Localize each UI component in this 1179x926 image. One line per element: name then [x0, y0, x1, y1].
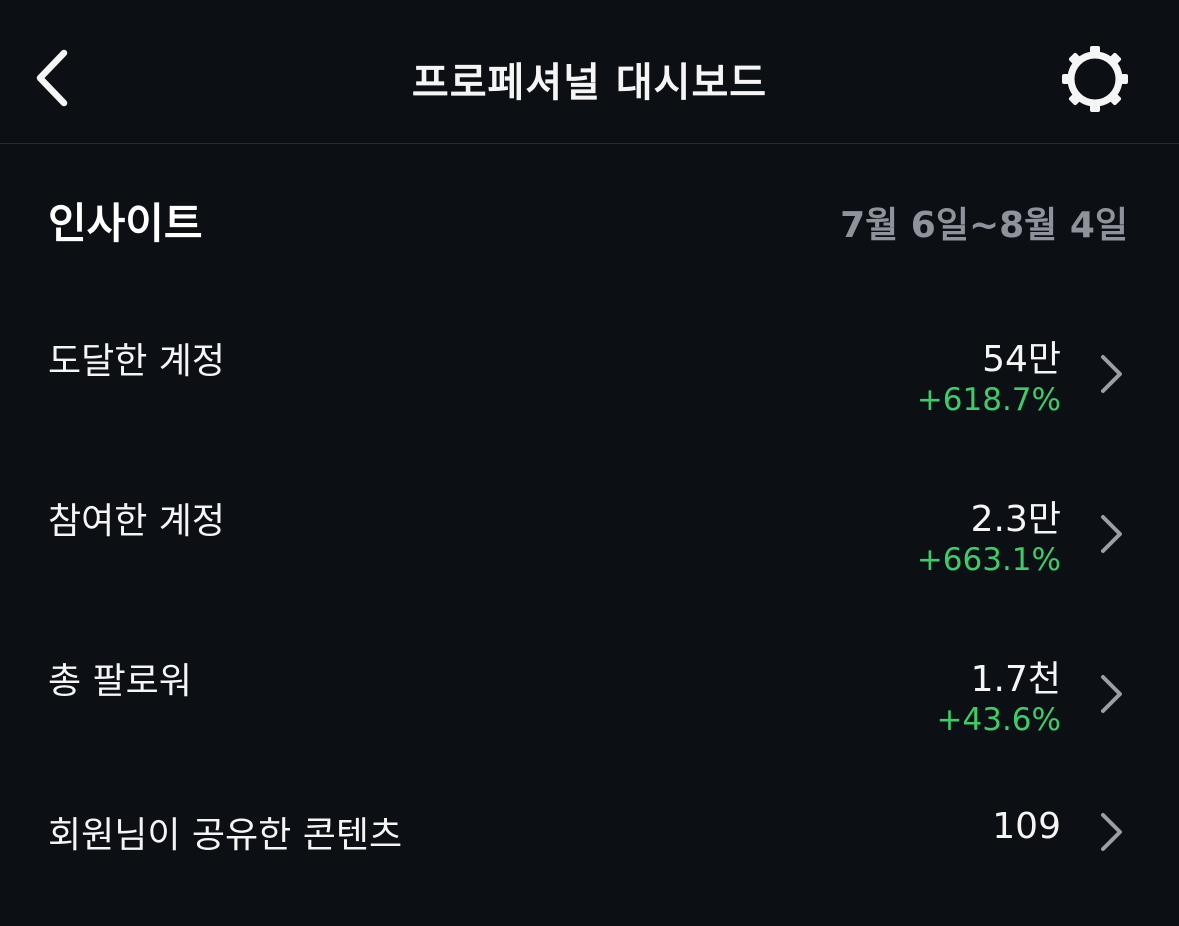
- top-bar: 프로페셔널 대시보드: [0, 0, 1179, 144]
- section-title: 인사이트: [48, 199, 203, 248]
- row-engaged-accounts[interactable]: 참여한 계정 2.3만 +663.1%: [0, 478, 1179, 618]
- gear-icon: [1062, 46, 1128, 112]
- row-shared-content[interactable]: 회원님이 공유한 콘텐츠 109: [0, 786, 1179, 926]
- row-value: 54만: [982, 339, 1061, 380]
- row-reached-accounts[interactable]: 도달한 계정 54만 +618.7%: [0, 318, 1179, 458]
- row-change: +43.6%: [936, 702, 1061, 738]
- row-label: 도달한 계정: [48, 341, 226, 382]
- chevron-right-icon: [1101, 813, 1122, 851]
- row-change: +618.7%: [916, 382, 1061, 418]
- row-label: 참여한 계정: [48, 501, 226, 542]
- row-label: 총 팔로워: [48, 661, 192, 702]
- date-range: 7월 6일~8월 4일: [840, 205, 1128, 246]
- page-title: 프로페셔널 대시보드: [411, 60, 768, 106]
- row-value: 1.7천: [970, 659, 1061, 700]
- insights-header: 인사이트 7월 6일~8월 4일: [48, 190, 1131, 250]
- chevron-right-icon: [1101, 675, 1122, 713]
- settings-button[interactable]: [1052, 36, 1138, 122]
- row-value: 109: [992, 806, 1061, 847]
- chevron-right-icon: [1101, 355, 1122, 393]
- row-label: 회원님이 공유한 콘텐츠: [48, 815, 403, 856]
- chevron-right-icon: [1101, 515, 1122, 553]
- row-value: 2.3만: [970, 499, 1061, 540]
- row-total-followers[interactable]: 총 팔로워 1.7천 +43.6%: [0, 638, 1179, 778]
- row-change: +663.1%: [916, 542, 1061, 578]
